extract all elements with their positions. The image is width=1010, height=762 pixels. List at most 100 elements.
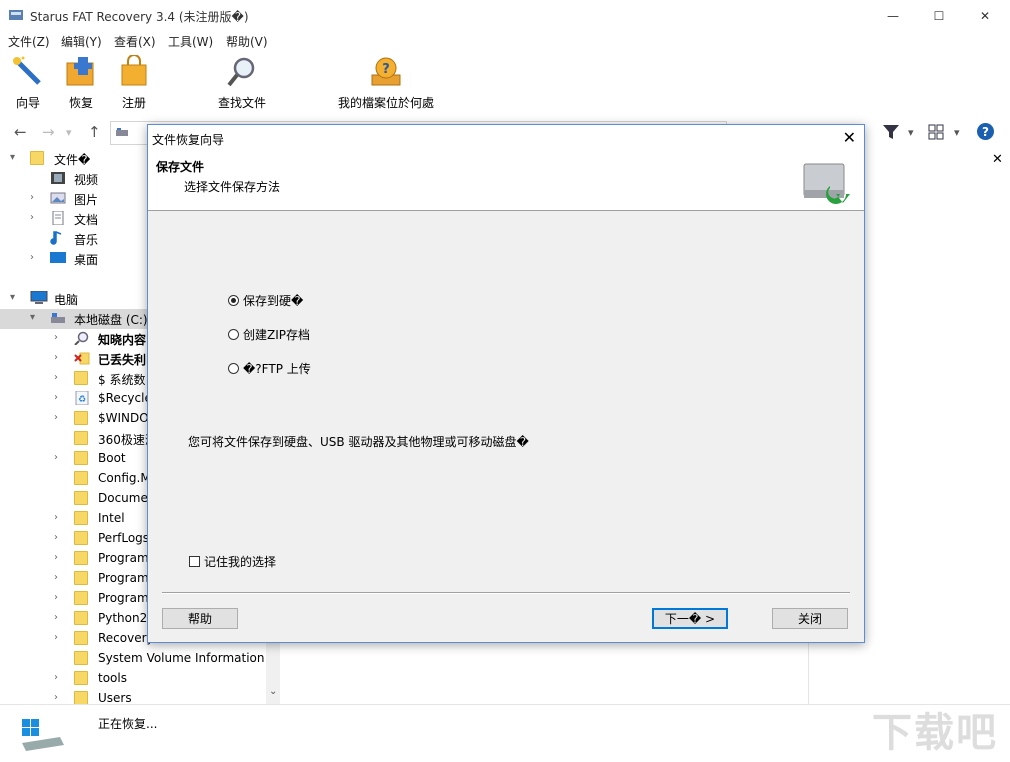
expand-chevron-icon[interactable]: ›: [54, 412, 58, 423]
dialog-close-icon[interactable]: ✕: [843, 128, 856, 147]
where-are-files-button[interactable]: ? 我的檔案位於何處: [330, 55, 442, 111]
tree-item-label: $ 系统数: [98, 373, 146, 387]
close-button[interactable]: ✕: [962, 0, 1008, 31]
dialog-step-title: 保存文件: [156, 160, 205, 174]
expand-chevron-icon[interactable]: ›: [54, 512, 58, 523]
expand-chevron-icon[interactable]: ›: [54, 672, 58, 683]
tree-item-label: 文档: [74, 213, 99, 227]
back-arrow-icon[interactable]: ←: [14, 123, 27, 141]
close-pane-icon[interactable]: ✕: [992, 152, 1003, 167]
expand-chevron-icon[interactable]: ›: [54, 332, 58, 343]
radio-create-zip[interactable]: [228, 329, 239, 340]
register-button[interactable]: 注册: [116, 54, 152, 111]
expand-chevron-icon[interactable]: ›: [54, 372, 58, 383]
expand-chevron-icon[interactable]: ›: [30, 212, 34, 223]
tree-item-label: Recovery: [98, 631, 154, 645]
tree-item-label: 桌面: [74, 253, 99, 267]
expand-chevron-icon[interactable]: ›: [54, 532, 58, 543]
filter-icon[interactable]: [882, 124, 900, 140]
option-save-to-disk-label: 保存到硬�: [243, 294, 304, 308]
desktop-icon: [50, 251, 66, 265]
collapse-chevron-icon[interactable]: ▾: [30, 312, 35, 323]
option-ftp-upload[interactable]: �?FTP 上传: [228, 360, 311, 377]
drive-icon: [50, 311, 66, 325]
shopping-bag-icon: [121, 54, 147, 86]
view-mode-icon[interactable]: [928, 124, 944, 140]
expand-chevron-icon[interactable]: ›: [54, 632, 58, 643]
expand-chevron-icon[interactable]: ›: [54, 572, 58, 583]
tree-item-label: Program: [98, 571, 149, 585]
find-files-button[interactable]: 查找文件: [212, 55, 272, 111]
expand-chevron-icon[interactable]: ›: [54, 452, 58, 463]
music-icon: [50, 231, 66, 245]
find-files-label: 查找文件: [217, 96, 266, 110]
menu-view[interactable]: 查看(X): [114, 33, 156, 50]
tree-item-label: 电脑: [54, 293, 79, 307]
tree-item-label: Program: [98, 551, 149, 565]
expand-chevron-icon[interactable]: ›: [54, 352, 58, 363]
tree-item[interactable]: System Volume Information: [0, 649, 280, 669]
remember-checkbox[interactable]: [189, 556, 200, 567]
close-dialog-button[interactable]: 关闭: [772, 608, 848, 629]
menu-edit[interactable]: 编辑(Y): [61, 33, 102, 50]
folder-icon: [30, 151, 46, 165]
expand-chevron-icon[interactable]: ›: [30, 192, 34, 203]
expand-chevron-icon[interactable]: ›: [54, 612, 58, 623]
remember-label: 记住我的选择: [204, 555, 277, 569]
document-icon: [50, 210, 66, 226]
help-drive-icon: ?: [371, 57, 401, 86]
expand-chevron-icon[interactable]: ›: [54, 692, 58, 703]
lost-icon: [74, 351, 90, 365]
image-icon: [50, 191, 66, 205]
collapse-chevron-icon[interactable]: ▾: [10, 152, 15, 163]
tree-item[interactable]: › Users: [0, 689, 280, 704]
computer-icon: [30, 290, 48, 305]
video-icon: [50, 171, 66, 185]
tree-item-label: 本地磁盘 (C:): [74, 313, 148, 327]
recover-label: 恢复: [68, 96, 93, 110]
wizard-label: 向导: [15, 96, 40, 110]
folder-icon: [74, 411, 90, 425]
expand-chevron-icon[interactable]: ›: [54, 552, 58, 563]
option-description: 您可将文件保存到硬盘、USB 驱动器及其他物理或可移动磁盘�: [188, 435, 529, 449]
minimize-button[interactable]: —: [870, 0, 916, 31]
dialog-title-bar: 文件恢复向导 ✕: [148, 125, 864, 150]
register-label: 注册: [121, 96, 146, 110]
folder-icon: [74, 651, 90, 665]
menu-tools[interactable]: 工具(W): [168, 33, 213, 50]
maximize-button[interactable]: ☐: [916, 0, 962, 31]
collapse-chevron-icon[interactable]: ▾: [10, 292, 15, 303]
watermark: 下载吧: [872, 710, 998, 756]
expand-chevron-icon[interactable]: ›: [54, 592, 58, 603]
option-create-zip[interactable]: 创建ZIP存档: [228, 326, 310, 343]
option-save-to-disk[interactable]: 保存到硬�: [228, 292, 303, 309]
help-button[interactable]: 帮助: [162, 608, 238, 629]
radio-save-to-disk[interactable]: [228, 295, 239, 306]
folder-icon: [74, 371, 90, 385]
expand-chevron-icon[interactable]: ›: [54, 392, 58, 403]
folder-icon: [74, 491, 90, 505]
next-button[interactable]: 下一� >: [652, 608, 728, 629]
up-arrow-icon[interactable]: ↑: [88, 123, 101, 141]
recycle-icon: ♻: [74, 390, 90, 406]
view-dropdown-icon[interactable]: ▾: [954, 126, 960, 139]
forward-dropdown-icon[interactable]: ▾: [66, 126, 72, 139]
tree-item-label: 音乐: [74, 233, 99, 247]
toolbar: 向导 恢复 注册 查找文件 ? 我的檔案位於何處: [0, 51, 1010, 113]
radio-ftp-upload[interactable]: [228, 363, 239, 374]
folder-icon: [74, 451, 90, 465]
magnifier-icon: [227, 57, 255, 87]
forward-arrow-icon[interactable]: →: [42, 123, 55, 141]
menu-help[interactable]: 帮助(V): [226, 33, 268, 50]
filter-dropdown-icon[interactable]: ▾: [908, 126, 914, 139]
expand-chevron-icon[interactable]: ›: [30, 252, 34, 263]
recover-button[interactable]: 恢复: [63, 55, 99, 111]
tree-item-label: Boot: [98, 451, 126, 465]
tree-item[interactable]: › tools: [0, 669, 280, 689]
help-icon[interactable]: ?: [977, 123, 994, 140]
wizard-button[interactable]: 向导: [10, 55, 46, 111]
menu-bar: 文件(Z) 编辑(Y) 查看(X) 工具(W) 帮助(V): [0, 31, 1010, 51]
dialog-title: 文件恢复向导: [152, 133, 225, 147]
menu-file[interactable]: 文件(Z): [8, 33, 50, 50]
remember-choice[interactable]: 记住我的选择: [189, 553, 276, 570]
